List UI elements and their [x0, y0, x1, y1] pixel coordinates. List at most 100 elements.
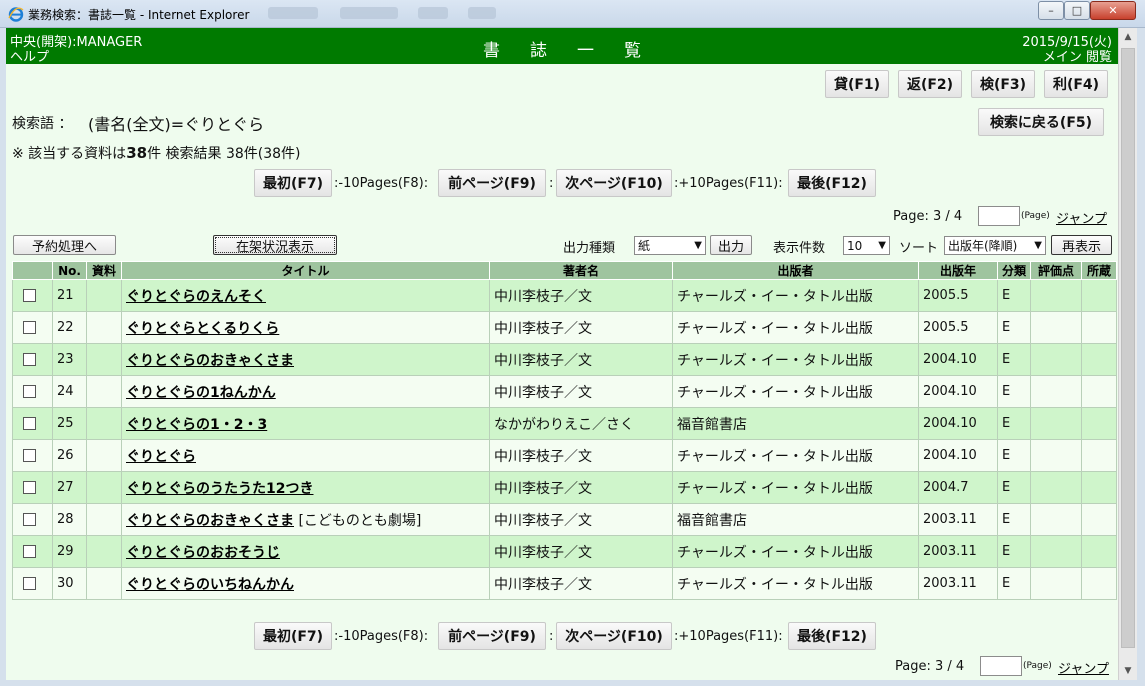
row-rating	[1030, 471, 1082, 504]
row-checkbox[interactable]	[23, 545, 36, 558]
row-publisher: 福音館書店	[672, 503, 919, 536]
app-header: 中央(開架):MANAGER ヘルプ 書誌一覧 2015/9/15(火) メイン…	[6, 28, 1118, 65]
row-year: 2005.5	[918, 279, 998, 312]
redisplay-button[interactable]: 再表示	[1051, 235, 1112, 255]
row-class: E	[997, 439, 1031, 472]
results-body: 21 ぐりとぐらのえんそく 中川李枝子／文 チャールズ・イー・タトル出版 2005.5…	[12, 279, 1117, 600]
title-link[interactable]: ぐりとぐらのうたうた12つき	[126, 481, 313, 497]
row-class: E	[997, 311, 1031, 344]
close-button[interactable]: ✕	[1090, 1, 1136, 20]
row-checkbox[interactable]	[23, 289, 36, 302]
row-year: 2004.10	[918, 343, 998, 376]
output-type-select[interactable]: 紙 ▼	[634, 236, 706, 255]
page-title: 書誌一覧	[483, 41, 671, 61]
row-select-cell	[12, 407, 53, 440]
row-title-cell: ぐりとぐらのうたうた12つき	[121, 471, 490, 504]
jump-link[interactable]: ジャンプ	[1058, 658, 1109, 677]
row-author: 中川李枝子／文	[489, 279, 673, 312]
title-link[interactable]: ぐりとぐらのおきゃくさま	[126, 353, 294, 369]
title-link[interactable]: ぐりとぐらの1・2・3	[126, 417, 267, 433]
header-links: メイン 閲覧	[1043, 46, 1112, 65]
plus10-pages[interactable]: :+10Pages(F11):	[674, 629, 783, 644]
next-page-button[interactable]: 次ページ(F10)	[556, 169, 672, 197]
back-to-search-button[interactable]: 検索に戻る(F5)	[978, 108, 1104, 136]
first-page-button[interactable]: 最初(F7)	[254, 169, 332, 197]
row-publisher: チャールズ・イー・タトル出版	[672, 567, 919, 600]
row-checkbox[interactable]	[23, 449, 36, 462]
view-link[interactable]: 閲覧	[1086, 50, 1112, 65]
row-rating	[1030, 407, 1082, 440]
title-link[interactable]: ぐりとぐらのいちねんかん	[126, 577, 294, 593]
row-holdings	[1081, 439, 1117, 472]
row-checkbox[interactable]	[23, 353, 36, 366]
blurred-tab	[268, 7, 318, 19]
row-rating	[1030, 535, 1082, 568]
chevron-down-icon: ▼	[878, 240, 886, 251]
prev-page-button[interactable]: 前ページ(F9)	[438, 169, 546, 197]
row-material	[86, 279, 122, 312]
table-header-row: No. 資料 タイトル 著者名 出版者 出版年 分類 評価点 所蔵	[12, 261, 1117, 280]
reserve-button[interactable]: 予約処理へ	[13, 235, 116, 255]
row-checkbox[interactable]	[23, 513, 36, 526]
minus10-pages[interactable]: :-10Pages(F8):	[334, 176, 428, 191]
output-button[interactable]: 出力	[710, 235, 752, 255]
row-rating	[1030, 375, 1082, 408]
prev-page-button[interactable]: 前ページ(F9)	[438, 622, 546, 650]
page-jump-input[interactable]	[978, 206, 1020, 226]
row-checkbox[interactable]	[23, 481, 36, 494]
per-page-label: 表示件数	[773, 241, 826, 256]
return-button[interactable]: 返(F2)	[898, 70, 962, 98]
row-number: 25	[52, 407, 87, 440]
row-publisher: チャールズ・イー・タトル出版	[672, 439, 919, 472]
title-link[interactable]: ぐりとぐらとくるりくら	[126, 321, 279, 337]
title-link[interactable]: ぐりとぐらの1ねんかん	[126, 385, 276, 401]
maximize-button[interactable]: □	[1064, 1, 1090, 20]
col-header-select	[12, 261, 53, 280]
lend-button[interactable]: 貸(F1)	[825, 70, 889, 98]
page-unit: (Page)	[1023, 661, 1052, 671]
title-link[interactable]: ぐりとぐら	[126, 449, 196, 465]
row-title-cell: ぐりとぐらのおきゃくさま [こどものとも劇場]	[121, 503, 490, 536]
row-class: E	[997, 279, 1031, 312]
row-checkbox[interactable]	[23, 385, 36, 398]
chevron-up-icon[interactable]: ▲	[1119, 28, 1137, 46]
window-titlebar: 業務検索：書誌一覧 - Internet Explorer – □ ✕	[0, 0, 1145, 28]
per-page-select[interactable]: 10 ▼	[843, 236, 890, 255]
row-publisher: チャールズ・イー・タトル出版	[672, 279, 919, 312]
row-rating	[1030, 567, 1082, 600]
title-link[interactable]: ぐりとぐらのえんそく	[126, 289, 266, 305]
row-holdings	[1081, 311, 1117, 344]
row-select-cell	[12, 471, 53, 504]
minus10-pages[interactable]: :-10Pages(F8):	[334, 629, 428, 644]
title-extra: [こどものとも劇場]	[298, 512, 422, 529]
last-page-button[interactable]: 最後(F12)	[788, 622, 876, 650]
last-page-button[interactable]: 最後(F12)	[788, 169, 876, 197]
vertical-scrollbar[interactable]: ▲ ▼	[1118, 28, 1137, 680]
row-author: 中川李枝子／文	[489, 439, 673, 472]
title-link[interactable]: ぐりとぐらのおおそうじ	[126, 545, 280, 561]
title-link[interactable]: ぐりとぐらのおきゃくさま	[126, 513, 294, 529]
row-publisher: チャールズ・イー・タトル出版	[672, 311, 919, 344]
row-select-cell	[12, 503, 53, 536]
chevron-down-icon[interactable]: ▼	[1119, 662, 1137, 680]
plus10-pages[interactable]: :+10Pages(F11):	[674, 176, 783, 191]
row-holdings	[1081, 471, 1117, 504]
first-page-button[interactable]: 最初(F7)	[254, 622, 332, 650]
output-type-value: 紙	[638, 239, 651, 253]
row-year: 2003.11	[918, 567, 998, 600]
search-button[interactable]: 検(F3)	[971, 70, 1035, 98]
row-checkbox[interactable]	[23, 321, 36, 334]
scrollbar-thumb[interactable]	[1121, 48, 1135, 648]
window-frame-right	[1137, 28, 1145, 686]
shelf-status-button[interactable]: 在架状況表示	[213, 235, 337, 255]
row-checkbox[interactable]	[23, 577, 36, 590]
user-button[interactable]: 利(F4)	[1044, 70, 1108, 98]
sort-select[interactable]: 出版年(降順) ▼	[944, 236, 1046, 255]
page-jump-input[interactable]	[980, 656, 1022, 676]
jump-link[interactable]: ジャンプ	[1056, 208, 1107, 227]
row-class: E	[997, 471, 1031, 504]
row-checkbox[interactable]	[23, 417, 36, 430]
minimize-button[interactable]: –	[1038, 1, 1064, 20]
next-page-button[interactable]: 次ページ(F10)	[556, 622, 672, 650]
main-menu-link[interactable]: メイン	[1043, 50, 1082, 65]
